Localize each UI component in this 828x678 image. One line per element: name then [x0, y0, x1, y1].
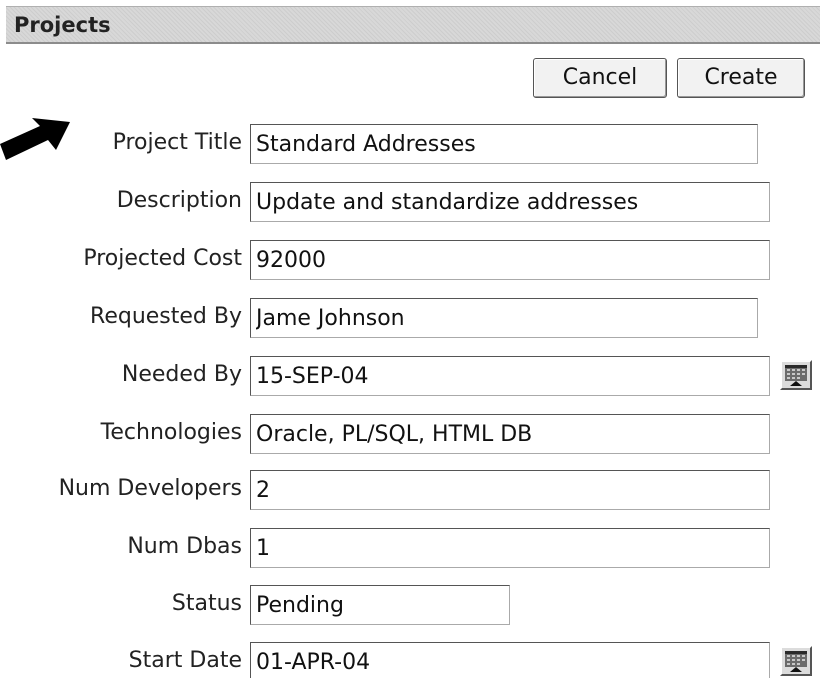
- needed-by-label: Needed By: [121, 362, 242, 387]
- field-row-num-dbas: Num Dbas: [0, 528, 828, 568]
- needed-by-input[interactable]: [250, 356, 770, 396]
- num-developers-label: Num Developers: [58, 476, 242, 501]
- description-input[interactable]: [250, 182, 770, 222]
- region-title: Projects: [14, 13, 111, 37]
- requested-by-input[interactable]: [250, 298, 758, 338]
- project-title-label: Project Title: [112, 130, 242, 155]
- field-row-requested-by: Requested By: [0, 298, 828, 338]
- cancel-button[interactable]: Cancel: [533, 58, 667, 98]
- projected-cost-label: Projected Cost: [83, 246, 242, 271]
- field-row-status: Status: [0, 585, 828, 625]
- field-row-needed-by: Needed By: [0, 356, 828, 396]
- technologies-input[interactable]: [250, 414, 770, 454]
- projected-cost-input[interactable]: [250, 240, 770, 280]
- start-date-input[interactable]: [250, 642, 770, 678]
- start-date-label: Start Date: [128, 648, 242, 673]
- technologies-label: Technologies: [100, 420, 242, 445]
- requested-by-label: Requested By: [90, 304, 242, 329]
- project-title-input[interactable]: [250, 124, 758, 164]
- field-row-project-title: Project Title: [0, 124, 828, 164]
- field-row-description: Description: [0, 182, 828, 222]
- status-label: Status: [171, 591, 242, 616]
- field-row-num-developers: Num Developers: [0, 470, 828, 510]
- start-date-calendar-icon[interactable]: [780, 646, 812, 676]
- num-developers-input[interactable]: [250, 470, 770, 510]
- status-input[interactable]: [250, 585, 510, 625]
- description-label: Description: [116, 188, 242, 213]
- field-row-start-date: Start Date: [0, 642, 828, 678]
- field-row-projected-cost: Projected Cost: [0, 240, 828, 280]
- num-dbas-input[interactable]: [250, 528, 770, 568]
- region-header: Projects: [6, 6, 820, 44]
- needed-by-calendar-icon[interactable]: [780, 360, 812, 390]
- create-button[interactable]: Create: [677, 58, 805, 98]
- num-dbas-label: Num Dbas: [127, 534, 242, 559]
- project-form-page: Projects Cancel Create Project Title Des…: [0, 0, 828, 678]
- field-row-technologies: Technologies: [0, 414, 828, 454]
